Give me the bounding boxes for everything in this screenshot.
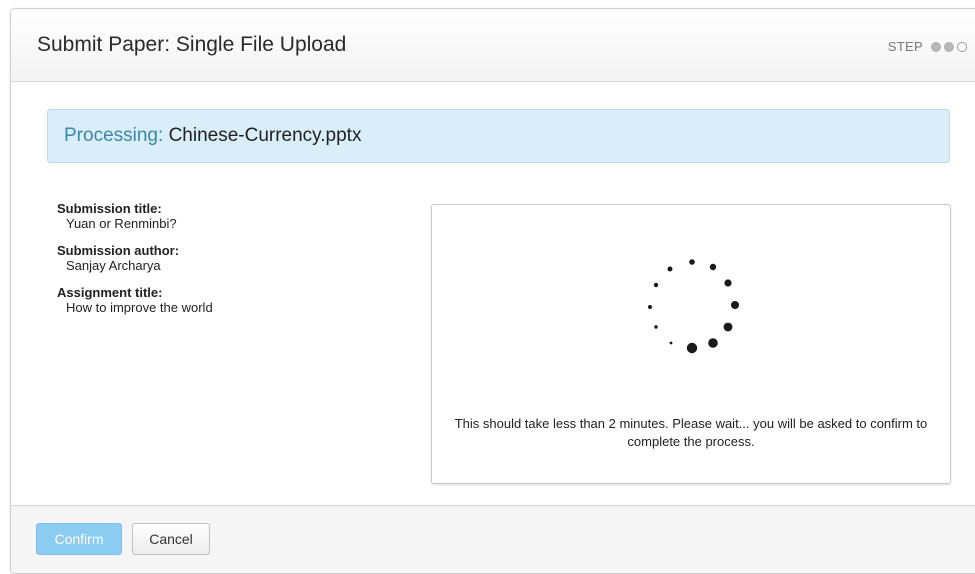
step-dot-icon xyxy=(931,41,941,52)
processing-banner: Processing: Chinese-Currency.pptx xyxy=(47,109,950,163)
processing-label: Processing: xyxy=(64,125,164,146)
submission-title-label: Submission title: xyxy=(57,201,162,216)
processing-filename: Chinese-Currency.pptx xyxy=(168,125,362,146)
submission-author-group: Submission author: Sanjay Archarya xyxy=(57,243,417,274)
dialog-title: Submit Paper: Single File Upload xyxy=(37,33,347,56)
submission-details: Submission title: Yuan or Renminbi? Subm… xyxy=(57,201,417,327)
submission-title-value: Yuan or Renminbi? xyxy=(66,216,177,231)
dialog-header: Submit Paper: Single File Upload STEP xyxy=(11,9,975,82)
step-indicator: STEP xyxy=(888,39,967,54)
assignment-title-value: How to improve the world xyxy=(66,300,213,315)
processing-message: This should take less than 2 minutes. Pl… xyxy=(454,416,928,449)
loading-spinner-icon xyxy=(648,259,739,354)
dialog-footer: Confirm Cancel xyxy=(11,505,975,573)
submission-author-label: Submission author: xyxy=(57,243,180,258)
assignment-title-label: Assignment title: xyxy=(57,285,163,300)
step-label: STEP xyxy=(887,39,923,54)
step-dot-icon xyxy=(957,41,967,52)
submission-author-value: Sanjay Archarya xyxy=(66,258,161,273)
confirm-button[interactable]: Confirm xyxy=(36,523,122,555)
assignment-title-group: Assignment title: How to improve the wor… xyxy=(57,285,417,316)
cancel-button[interactable]: Cancel xyxy=(132,523,210,555)
submission-title-group: Submission title: Yuan or Renminbi? xyxy=(57,201,417,232)
step-dot-icon xyxy=(944,41,954,52)
processing-status-panel: This should take less than 2 minutes. Pl… xyxy=(431,204,951,484)
submit-paper-dialog: Submit Paper: Single File Upload STEP Pr… xyxy=(10,8,975,574)
